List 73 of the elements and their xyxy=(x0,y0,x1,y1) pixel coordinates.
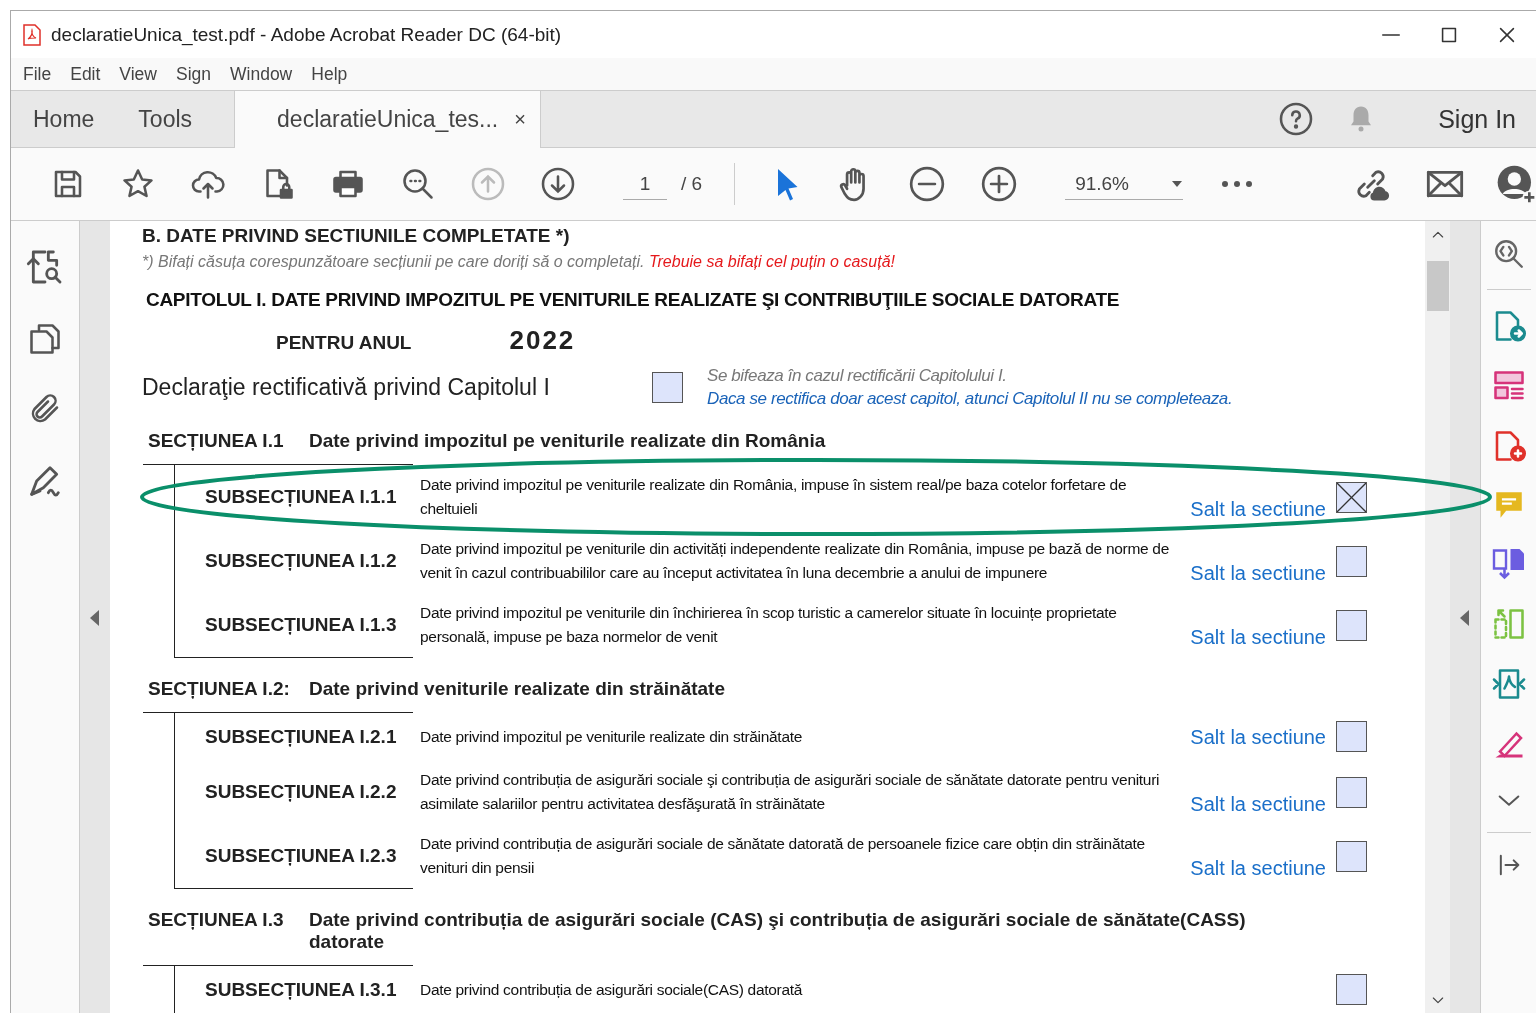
chapter-heading: CAPITOLUL I. DATE PRIVIND IMPOZITUL PE VENITURILE REALIZATE ŞI CONTRIBUŢIILE SOCIALE DATORATE xyxy=(146,289,1121,311)
jump-to-section-link[interactable]: Salt la sectiune xyxy=(1190,561,1326,585)
sign-in-link[interactable]: Sign In xyxy=(1438,104,1516,134)
jump-to-section-link[interactable]: Salt la sectiune xyxy=(1190,497,1326,521)
menu-item[interactable]: File xyxy=(21,63,60,85)
warning-text: Trebuie sa bifați cel puțin o casuță! xyxy=(648,253,895,270)
checkbox[interactable] xyxy=(1336,840,1367,872)
jump-to-section-link[interactable]: Salt la sectiune xyxy=(1190,724,1326,749)
caret-icon xyxy=(1171,179,1184,188)
checkbox[interactable] xyxy=(1336,776,1367,808)
section-title: Date privind veniturile realizate din străinătate xyxy=(309,678,726,700)
subsection-description: Date privind contribuția de asigurări sociale(CAS) datorată xyxy=(420,979,804,1000)
window-title: declaratieUnica_test.pdf - Adobe Acrobat Reader DC (64-bit) xyxy=(51,23,563,46)
zoom-in-icon[interactable] xyxy=(980,165,1019,203)
page-count: / 6 xyxy=(681,173,703,195)
pages-icon[interactable] xyxy=(27,321,63,357)
combine-files-icon[interactable] xyxy=(1490,546,1527,582)
fill-form-icon[interactable] xyxy=(1490,666,1527,702)
section-title: Date privind contribuția de asigurări sociale (CAS) şi contribuția de asigurări sociale de sănătate(CASS) datorate xyxy=(309,909,1247,953)
pdf-file-icon xyxy=(23,23,41,46)
subsection-code: SUBSECȚIUNEA I.1.3 xyxy=(204,614,398,636)
rectification-hint: Se bifeaza în cazul rectificării Capitolului I. xyxy=(707,365,1008,387)
subsection-description: Date privind impozitul pe veniturile realizate din România, impuse în sistem real/pe baza cotelor forfetare de cheltuieli xyxy=(420,475,1128,519)
zoom-search-icon[interactable] xyxy=(400,166,436,202)
subsection-code: SUBSECȚIUNEA I.3.1 xyxy=(204,978,398,1001)
checkbox[interactable] xyxy=(1336,974,1367,1005)
checkbox[interactable] xyxy=(1336,609,1367,641)
form-heading: B. DATE PRIVIND SECTIUNILE COMPLETATE *) xyxy=(142,225,571,247)
jump-to-section-link[interactable]: Salt la sectiune xyxy=(1190,856,1326,880)
checkbox[interactable] xyxy=(652,371,683,403)
section-code: SECȚIUNEA I.2: xyxy=(148,678,291,700)
subsection-code: SUBSECȚIUNEA I.1.2 xyxy=(204,550,398,572)
zoom-level-dropdown[interactable]: 91.6% xyxy=(1065,168,1184,200)
year-label: PENTRU ANUL xyxy=(276,332,412,354)
jump-to-section-link[interactable]: Salt la sectiune xyxy=(1190,625,1326,649)
subsection-code: SUBSECȚIUNEA I.2.1 xyxy=(204,725,398,748)
subsection-code: SUBSECȚIUNEA I.2.2 xyxy=(204,781,398,803)
menu-item[interactable]: Help xyxy=(309,63,356,85)
scrollbar-thumb[interactable] xyxy=(1426,261,1449,311)
menu-item[interactable]: View xyxy=(117,63,165,85)
subsection-description: Date privind impozitul pe veniturile din închirierea în scop turistic a camerelor situate în locuințe proprietate personală, impuse pe baza normelor de venit xyxy=(420,603,1118,647)
subsection-code: SUBSECȚIUNEA I.2.3 xyxy=(204,845,398,867)
more-icon[interactable] xyxy=(1221,180,1254,188)
page-number-field[interactable]: 1 xyxy=(623,168,667,200)
form-instructions: *) Bifați căsuța corespunzătoare secțiunii pe care doriți să o completați. Trebuie sa bifați cel puțin o casuță! xyxy=(142,253,896,271)
subsection-description: Date privind impozitul pe veniturile realizate din străinătate xyxy=(420,726,804,747)
tab[interactable]: Home xyxy=(11,91,117,147)
subsection-description: Date privind impozitul pe veniturile din activități independente realizate din România, impuse pe bază de norme de venit în cazul contribuabililor care au început activitatea în luna decembrie a anului de impunere xyxy=(420,539,1170,583)
section-title: Date privind impozitul pe veniturile realizate din România xyxy=(309,430,827,452)
menu-item[interactable]: Window xyxy=(228,63,301,85)
add-user-icon[interactable] xyxy=(1496,164,1536,204)
checkbox[interactable] xyxy=(1336,545,1367,577)
tab[interactable]: declaratieUnica_tes... × xyxy=(234,91,541,148)
rectification-label: Declaraţie rectificativă privind Capitolul I xyxy=(142,373,551,401)
year-value: 2022 xyxy=(509,325,576,356)
checkbox[interactable] xyxy=(1336,481,1367,513)
subsection-description: Date privind contribuția de asigurări sociale de sănătate datorată de persoanele fizice care obțin din străinătate venituri din pensii xyxy=(420,834,1146,878)
zoom-out-icon[interactable] xyxy=(908,165,947,203)
rectification-note: Daca se rectifica doar acest capitol, atunci Capitolul II nu se completeaza. xyxy=(707,388,1233,410)
close-tab-icon[interactable]: × xyxy=(514,108,526,131)
tab[interactable]: Tools xyxy=(116,91,215,147)
menu-item[interactable]: Sign xyxy=(174,63,219,85)
arrow-down-circle-icon[interactable] xyxy=(540,166,576,202)
jump-to-section-link[interactable]: Salt la sectiune xyxy=(1190,792,1326,816)
subsection-description: Date privind contribuția de asigurări sociale şi contribuția de asigurări sociale de sănătate datorate pentru venituri asimilate salariilor pentru activitatea desfăşurată în străinătate xyxy=(420,770,1161,814)
collapse-right-icon[interactable] xyxy=(1460,609,1470,626)
subsection-code: SUBSECȚIUNEA I.1.1 xyxy=(204,486,398,508)
help-icon[interactable] xyxy=(1278,101,1315,137)
section-code: SECȚIUNEA I.1 xyxy=(148,430,285,452)
checkbox[interactable] xyxy=(1336,721,1367,752)
section-code: SECȚIUNEA I.3 xyxy=(148,909,285,931)
menu-item[interactable]: Edit xyxy=(68,63,109,85)
collapse-left-icon[interactable] xyxy=(90,609,100,626)
